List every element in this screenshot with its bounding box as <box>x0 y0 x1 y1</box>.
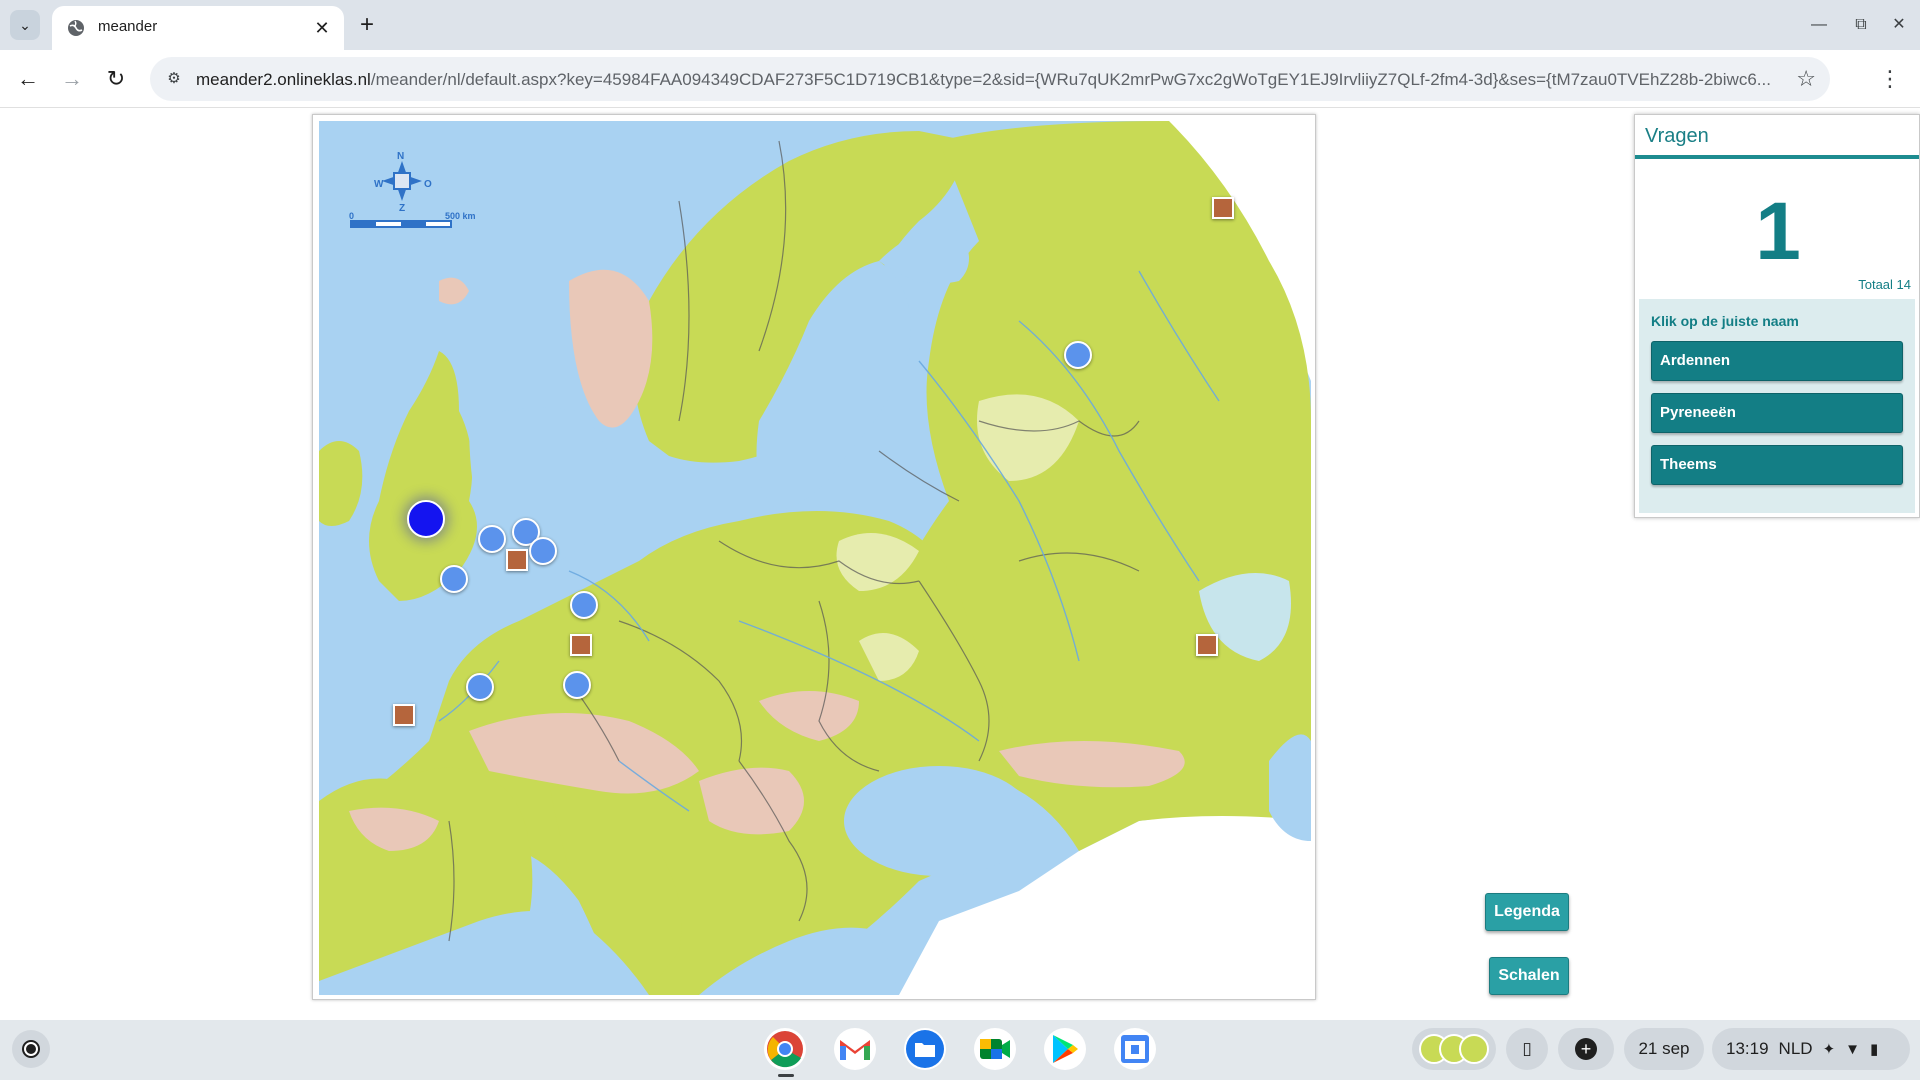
question-total: Totaal 14 <box>1858 277 1911 292</box>
system-shelf: ▯ + 21 sep 13:19 NLD ✦ ▼ ▮ <box>0 1020 1920 1080</box>
map-marker-square[interactable] <box>570 634 592 656</box>
close-window-icon[interactable]: ✕ <box>1884 10 1914 40</box>
date-display[interactable]: 21 sep <box>1624 1028 1704 1070</box>
battery-icon: ▮ <box>1870 1041 1879 1058</box>
launcher-button[interactable] <box>12 1030 50 1068</box>
questions-panel: Vragen 1 Totaal 14 Klik op de juiste naa… <box>1634 114 1920 518</box>
tab-strip: ⌄ meander ✕ + — ⧉ ✕ <box>0 0 1920 50</box>
map-marker-square[interactable] <box>1212 197 1234 219</box>
chrome-app-icon[interactable] <box>764 1028 806 1070</box>
chevron-down-icon: ⌄ <box>19 16 31 33</box>
europe-map: N W O Z 0 500 km <box>319 121 1311 995</box>
browser-tab[interactable]: meander ✕ <box>52 6 344 50</box>
running-indicator <box>778 1074 794 1077</box>
answers-box: Klik op de juiste naam Ardennen Pyreneeë… <box>1639 299 1915 513</box>
scale-bar <box>350 220 452 228</box>
scale-max-label: 500 km <box>445 211 476 221</box>
files-app-icon[interactable] <box>904 1028 946 1070</box>
panel-title: Vragen <box>1635 115 1919 159</box>
minimize-icon[interactable]: — <box>1804 10 1834 40</box>
address-bar[interactable]: ⚙ meander2.onlineklas.nl/meander/nl/defa… <box>150 57 1830 101</box>
page-content: N W O Z 0 500 km Vragen 1 Totaal 14 Klik… <box>0 108 1920 1020</box>
ime-icon: ✦ <box>1822 1041 1836 1058</box>
restore-icon[interactable]: ⧉ <box>1846 10 1876 40</box>
back-arrow-icon[interactable]: ← <box>12 63 44 95</box>
video-camera-icon <box>980 1039 1010 1059</box>
scale-zero-label: 0 <box>349 211 355 221</box>
input-language: NLD <box>1778 1039 1813 1058</box>
chrome-logo-icon <box>767 1031 803 1068</box>
map-marker-circle-active[interactable] <box>407 500 445 538</box>
phone-hub-icon[interactable]: ▯ <box>1506 1028 1548 1070</box>
calendar-icon <box>1121 1035 1149 1063</box>
answer-button-ardennen[interactable]: Ardennen <box>1651 341 1903 381</box>
reload-icon[interactable]: ↻ <box>100 63 132 95</box>
answer-button-theems[interactable]: Theems <box>1651 445 1903 485</box>
forward-arrow-icon[interactable]: → <box>56 63 88 95</box>
map-frame: N W O Z 0 500 km <box>312 114 1316 1000</box>
answer-button-pyreneeen[interactable]: Pyreneeën <box>1651 393 1903 433</box>
plus-circle-icon: + <box>1575 1038 1597 1060</box>
map-marker-square[interactable] <box>393 704 415 726</box>
map-marker-circle[interactable] <box>1064 341 1092 369</box>
globe-icon <box>68 20 84 36</box>
answers-instruction: Klik op de juiste naam <box>1651 313 1799 329</box>
tab-title: meander <box>98 18 158 35</box>
more-options-icon[interactable]: ⋮ <box>1874 63 1906 95</box>
compass-west-label: W <box>374 179 384 190</box>
status-area[interactable]: 13:19 NLD ✦ ▼ ▮ <box>1712 1028 1910 1070</box>
calendar-app-icon[interactable] <box>1114 1028 1156 1070</box>
folder-icon <box>906 1030 944 1068</box>
map-marker-square[interactable] <box>1196 634 1218 656</box>
play-store-app-icon[interactable] <box>1044 1028 1086 1070</box>
wifi-icon: ▼ <box>1845 1040 1860 1058</box>
map-marker-circle[interactable] <box>466 673 494 701</box>
play-store-icon <box>1053 1035 1078 1063</box>
clock-time: 13:19 <box>1726 1039 1769 1058</box>
new-tab-button[interactable]: + <box>352 10 382 40</box>
add-icon[interactable]: + <box>1558 1028 1614 1070</box>
map-graphic <box>319 121 1311 995</box>
url-text: meander2.onlineklas.nl/meander/nl/defaul… <box>196 70 1771 89</box>
map-marker-circle[interactable] <box>563 671 591 699</box>
compass-east-label: O <box>424 179 432 190</box>
gmail-logo-icon <box>840 1040 870 1060</box>
compass-south-label: Z <box>399 203 406 214</box>
launcher-icon <box>24 1042 38 1056</box>
map-marker-square[interactable] <box>506 549 528 571</box>
scale-button[interactable]: Schalen <box>1489 957 1569 995</box>
compass-north-label: N <box>397 151 405 162</box>
map-marker-circle[interactable] <box>478 525 506 553</box>
bookmark-star-icon[interactable]: ☆ <box>1796 66 1816 92</box>
map-marker-circle[interactable] <box>440 565 468 593</box>
browser-toolbar: ← → ↻ ⚙ meander2.onlineklas.nl/meander/n… <box>0 50 1920 108</box>
meet-app-icon[interactable] <box>974 1028 1016 1070</box>
legend-button[interactable]: Legenda <box>1485 893 1569 931</box>
tab-search-button[interactable]: ⌄ <box>10 10 40 40</box>
map-marker-circle[interactable] <box>570 591 598 619</box>
gmail-app-icon[interactable] <box>834 1028 876 1070</box>
site-info-icon[interactable]: ⚙ <box>162 67 186 91</box>
question-number: 1 <box>1755 186 1801 277</box>
close-tab-icon[interactable]: ✕ <box>310 16 334 40</box>
holding-space-thumbnails[interactable] <box>1412 1028 1496 1070</box>
thumbnail-stack-icon <box>1419 1034 1489 1064</box>
map-marker-circle[interactable] <box>529 537 557 565</box>
